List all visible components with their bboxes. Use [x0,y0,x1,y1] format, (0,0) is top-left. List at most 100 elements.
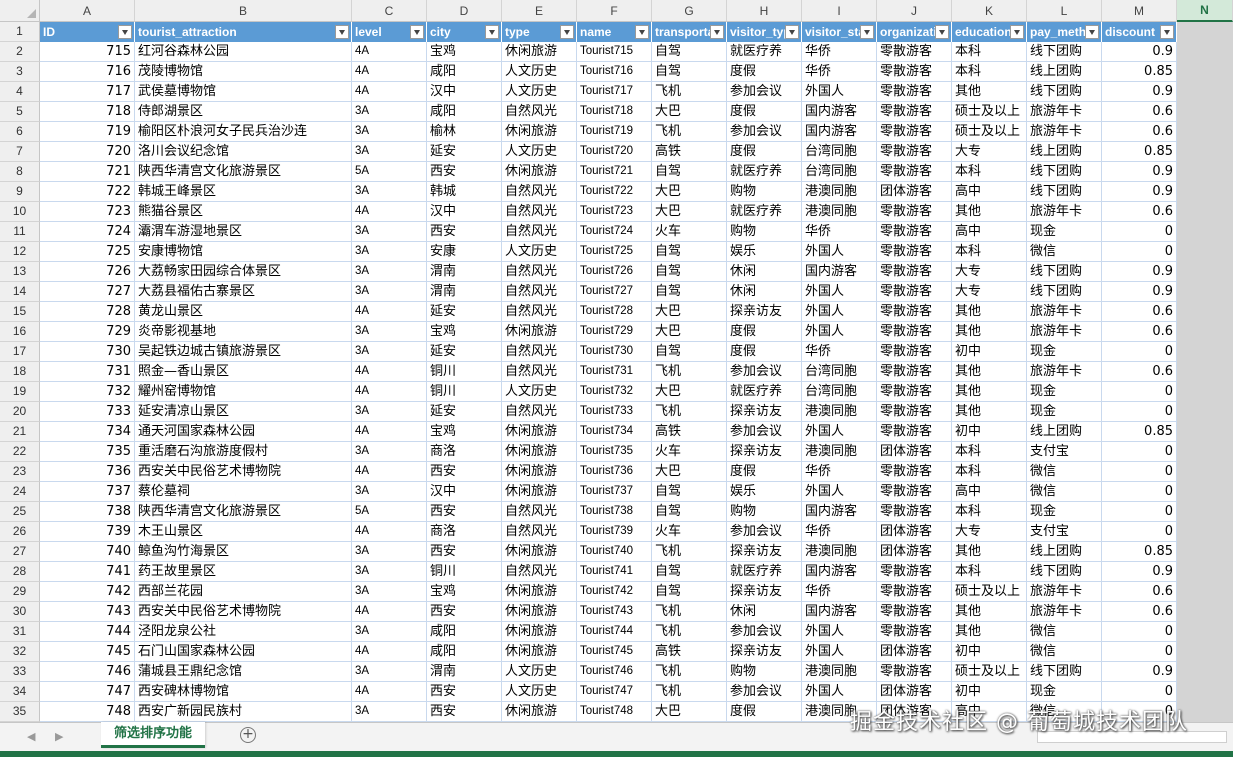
row-header[interactable]: 33 [0,662,40,682]
column-header-i[interactable]: I [802,0,877,22]
table-cell[interactable]: 人文历史 [502,62,577,82]
table-cell[interactable]: 台湾同胞 [802,142,877,162]
table-cell[interactable]: 4A [352,642,427,662]
table-cell[interactable]: 休闲旅游 [502,462,577,482]
table-cell[interactable]: 4A [352,82,427,102]
table-cell[interactable]: 汉中 [427,482,502,502]
table-cell[interactable]: 本科 [952,42,1027,62]
row-header[interactable]: 2 [0,42,40,62]
table-cell[interactable]: 高铁 [652,642,727,662]
table-cell[interactable]: 飞机 [652,542,727,562]
table-cell[interactable]: 飞机 [652,662,727,682]
table-cell[interactable]: 西安 [427,602,502,622]
table-cell[interactable]: 741 [40,562,135,582]
table-cell[interactable]: 港澳同胞 [802,542,877,562]
table-cell[interactable]: 探亲访友 [727,402,802,422]
table-cell[interactable]: 石门山国家森林公园 [135,642,352,662]
table-cell[interactable]: 731 [40,362,135,382]
table-cell[interactable]: 木王山景区 [135,522,352,542]
spreadsheet-grid[interactable]: ABCDEFGHIJKLMN 1 2 3 4 5 6 7 8 9 10 11 12 13 14 15 16 17… [0,0,1233,722]
table-cell[interactable]: 旅游年卡 [1027,102,1102,122]
column-header-k[interactable]: K [952,0,1027,22]
row-header[interactable]: 29 [0,582,40,602]
row-header[interactable]: 16 [0,322,40,342]
table-cell[interactable]: 国内游客 [802,502,877,522]
table-cell[interactable]: 华侨 [802,62,877,82]
table-cell[interactable]: 蒲城县王鼎纪念馆 [135,662,352,682]
column-header-j[interactable]: J [877,0,952,22]
table-cell[interactable]: 港澳同胞 [802,182,877,202]
table-cell[interactable]: 3A [352,262,427,282]
table-cell[interactable]: 咸阳 [427,622,502,642]
table-cell[interactable]: 零散游客 [877,82,952,102]
table-cell[interactable]: 3A [352,562,427,582]
table-cell[interactable]: 度假 [727,702,802,722]
table-cell[interactable]: 现金 [1027,402,1102,422]
table-cell[interactable]: 自然风光 [502,102,577,122]
row-header[interactable]: 34 [0,682,40,702]
table-cell[interactable]: 火车 [652,442,727,462]
table-cell[interactable]: 延安 [427,302,502,322]
table-cell[interactable]: 线下团购 [1027,82,1102,102]
table-cell[interactable]: 渭南 [427,262,502,282]
table-cell[interactable]: 初中 [952,422,1027,442]
table-cell[interactable]: 722 [40,182,135,202]
table-cell[interactable]: 支付宝 [1027,442,1102,462]
table-cell[interactable]: 5A [352,502,427,522]
table-cell[interactable]: 现金 [1027,382,1102,402]
table-cell[interactable]: 现金 [1027,222,1102,242]
table-cell[interactable]: 线上团购 [1027,142,1102,162]
table-cell[interactable]: 零散游客 [877,242,952,262]
table-cell[interactable]: 铜川 [427,362,502,382]
table-cell[interactable]: Tourist728 [577,302,652,322]
row-header[interactable]: 26 [0,522,40,542]
row-header[interactable]: 24 [0,482,40,502]
table-cell[interactable]: Tourist732 [577,382,652,402]
row-header[interactable]: 20 [0,402,40,422]
row-header[interactable]: 15 [0,302,40,322]
table-cell[interactable]: 自然风光 [502,362,577,382]
table-cell[interactable]: 其他 [952,82,1027,102]
table-cell[interactable]: 蔡伦墓祠 [135,482,352,502]
table-cell[interactable]: 0.85 [1102,62,1177,82]
table-cell[interactable]: 飞机 [652,122,727,142]
table-cell[interactable]: 港澳同胞 [802,202,877,222]
table-cell[interactable]: 3A [352,282,427,302]
table-cell[interactable]: Tourist748 [577,702,652,722]
table-cell[interactable]: Tourist725 [577,242,652,262]
table-cell[interactable]: 就医疗养 [727,42,802,62]
table-cell[interactable]: 度假 [727,62,802,82]
table-cell[interactable]: 3A [352,622,427,642]
table-cell[interactable]: 740 [40,542,135,562]
table-cell[interactable]: 自驾 [652,62,727,82]
table-cell[interactable]: Tourist724 [577,222,652,242]
table-cell[interactable]: Tourist718 [577,102,652,122]
table-cell[interactable]: 安康 [427,242,502,262]
table-cell[interactable]: 0 [1102,482,1177,502]
table-cell[interactable]: 0 [1102,222,1177,242]
table-cell[interactable]: 外国人 [802,422,877,442]
table-cell[interactable]: 自驾 [652,342,727,362]
table-cell[interactable]: 华侨 [802,462,877,482]
table-cell[interactable]: 零散游客 [877,462,952,482]
table-cell[interactable]: 5A [352,162,427,182]
table-cell[interactable]: 自然风光 [502,342,577,362]
table-cell[interactable]: 自驾 [652,562,727,582]
table-cell[interactable]: 其他 [952,402,1027,422]
table-cell[interactable]: 汉中 [427,82,502,102]
table-cell[interactable]: 韩城 [427,182,502,202]
row-header[interactable]: 7 [0,142,40,162]
next-sheet-icon[interactable]: ▶ [55,730,63,743]
table-cell[interactable]: 本科 [952,462,1027,482]
table-cell[interactable]: 0.6 [1102,102,1177,122]
row-header[interactable]: 31 [0,622,40,642]
row-header[interactable]: 5 [0,102,40,122]
table-cell[interactable]: 华侨 [802,42,877,62]
table-cell[interactable]: 西安关中民俗艺术博物院 [135,602,352,622]
table-cell[interactable]: 西安 [427,702,502,722]
table-cell[interactable]: 度假 [727,142,802,162]
table-cell[interactable]: 微信 [1027,482,1102,502]
table-cell[interactable]: 3A [352,322,427,342]
table-cell[interactable]: 延安 [427,142,502,162]
table-cell[interactable]: 748 [40,702,135,722]
